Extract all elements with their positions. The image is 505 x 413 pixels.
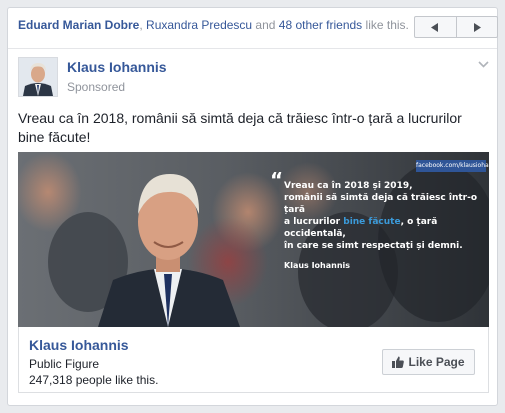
carousel-pager <box>414 16 498 38</box>
friend-link-1[interactable]: Eduard Marian Dobre <box>18 18 139 32</box>
page-attachment-footer: Klaus Iohannis Public Figure 247,318 peo… <box>18 327 489 393</box>
social-context: Eduard Marian Dobre, Ruxandra Predescu a… <box>18 18 409 32</box>
previous-button[interactable] <box>415 17 457 37</box>
image-quote: “ Vreau ca în 2018 și 2019, românii să s… <box>270 170 480 272</box>
sponsored-label[interactable]: Sponsored <box>67 80 125 94</box>
like-this-text: like this. <box>362 18 409 32</box>
page-name-link[interactable]: Klaus Iohannis <box>67 59 167 75</box>
triangle-right-icon <box>473 22 481 32</box>
quote-line-1: Vreau ca în 2018 și 2019, <box>284 181 413 191</box>
thumbs-up-icon <box>392 356 405 368</box>
chevron-down-icon[interactable] <box>478 60 489 71</box>
like-page-button[interactable]: Like Page <box>382 349 475 375</box>
quote-line-4: în care se simt respectați și demni. <box>284 241 463 251</box>
sponsored-post-card: Eduard Marian Dobre, Ruxandra Predescu a… <box>7 7 498 406</box>
page-category: Public Figure <box>29 357 100 371</box>
avatar[interactable] <box>18 57 58 97</box>
quote-highlight: bine făcute <box>343 217 401 227</box>
divider <box>8 48 497 49</box>
quote-author: Klaus Iohannis <box>284 261 351 270</box>
next-button[interactable] <box>457 17 498 37</box>
quote-line-3: a lucrurilor bine făcute, o țară occiden… <box>284 216 480 240</box>
triangle-left-icon <box>431 22 439 32</box>
footer-page-name[interactable]: Klaus Iohannis <box>29 337 129 353</box>
page-like-count: 247,318 people like this. <box>29 373 159 387</box>
watermark-badge: facebook.com/klausiohan <box>416 160 489 172</box>
other-friends-link[interactable]: 48 other friends <box>279 18 362 32</box>
friend-link-2[interactable]: Ruxandra Predescu <box>146 18 252 32</box>
and-text: and <box>252 18 279 32</box>
like-page-label: Like Page <box>408 355 465 369</box>
quote-line-2: românii să simtă deja că trăiesc într-o … <box>284 193 478 215</box>
quote-line-3a: a lucrurilor <box>284 217 344 227</box>
post-image[interactable]: facebook.com/klausiohan “ Vreau ca în 20… <box>18 152 489 327</box>
quote-mark: “ <box>270 168 284 192</box>
post-text: Vreau ca în 2018, românii să simtă deja … <box>18 110 462 145</box>
